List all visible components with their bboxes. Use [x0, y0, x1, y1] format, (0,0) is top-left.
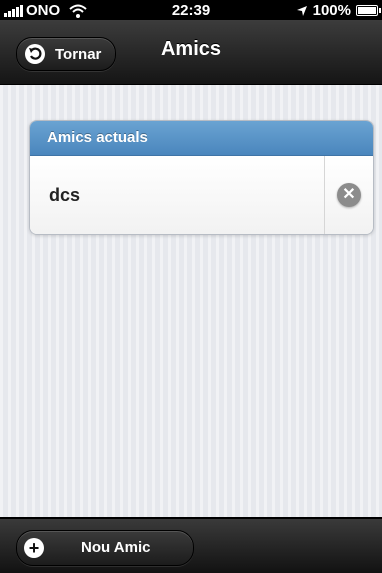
list-item[interactable]: dcs ✕: [30, 156, 373, 234]
battery-fill: [358, 7, 376, 14]
remove-friend-button[interactable]: ✕: [324, 156, 373, 234]
navigation-bar: Tornar Amics: [0, 20, 382, 85]
page-title: Amics: [160, 38, 222, 60]
friends-list: Amics actuals dcs ✕: [29, 120, 374, 235]
add-friend-button[interactable]: + Nou Amic: [16, 530, 194, 566]
friends-list-header: Amics actuals: [30, 121, 373, 156]
bottom-toolbar: + Nou Amic: [0, 518, 382, 573]
friend-name: dcs: [49, 185, 81, 205]
battery-percent: 100%: [312, 2, 351, 19]
plus-icon: +: [24, 538, 44, 558]
location-arrow-icon: [296, 5, 307, 16]
delete-circle-icon: ✕: [337, 183, 361, 207]
battery-icon: [356, 5, 381, 16]
content-area: Amics actuals dcs ✕: [0, 85, 382, 517]
add-friend-label: Nou Amic: [81, 539, 151, 556]
status-bar: ONO 22:39 100%: [0, 0, 382, 20]
status-right: 100%: [296, 2, 381, 19]
